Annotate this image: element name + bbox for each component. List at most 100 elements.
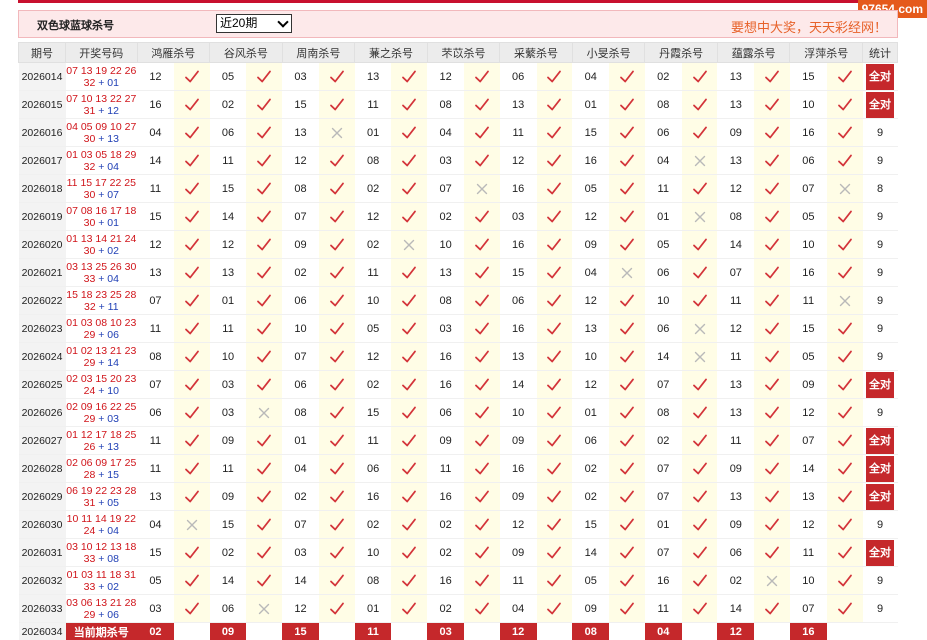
blue-ball: 06 [107, 328, 119, 341]
result-cell-correct [318, 510, 355, 539]
result-cell-correct [609, 482, 645, 511]
kill-number: 14 [789, 454, 827, 483]
check-icon [329, 462, 345, 474]
kill-number: 07 [789, 174, 827, 203]
result-cell-correct [826, 454, 863, 483]
kill-number: 05 [644, 230, 682, 259]
kill-number: 10 [427, 230, 465, 259]
kill-number: 02 [354, 230, 392, 259]
column-header: 期号 [17, 42, 67, 63]
red-balls: 06 19 22 23 28 [66, 484, 137, 497]
result-cell-correct [246, 230, 283, 259]
empty-cell [391, 622, 428, 640]
correct-count: 9 [876, 154, 884, 167]
kill-number: 14 [282, 566, 319, 595]
kill-number: 10 [354, 286, 392, 315]
kill-number: 01 [644, 202, 682, 231]
check-icon [474, 518, 490, 530]
blue-ball: 01 [107, 76, 119, 89]
kill-number: 02 [644, 426, 682, 455]
current-kill-number: 12 [499, 622, 537, 640]
kill-number: 06 [209, 594, 247, 623]
kill-number: 07 [644, 370, 682, 399]
kill-number: 14 [209, 566, 247, 595]
check-icon [184, 210, 200, 222]
result-cell-correct [318, 146, 355, 175]
kill-number: 06 [644, 314, 682, 343]
check-icon [619, 322, 635, 334]
issue-number: 2026020 [18, 230, 66, 259]
check-icon [401, 574, 417, 586]
check-icon [256, 434, 272, 446]
check-icon [546, 322, 562, 334]
kill-number: 02 [354, 370, 392, 399]
check-icon [764, 266, 780, 278]
kill-number: 12 [499, 146, 537, 175]
result-cell-correct [391, 398, 428, 427]
blue-ball: 11 [107, 300, 119, 313]
check-icon [546, 70, 562, 82]
result-cell-correct [826, 538, 863, 567]
check-icon [474, 406, 490, 418]
kill-number: 02 [282, 482, 319, 511]
draw-numbers: 02 09 16 22 25 29 + 03 [65, 398, 138, 427]
plus-sign: + [95, 468, 108, 481]
red-ball-last: 32 [84, 300, 96, 313]
result-cell-correct [464, 314, 500, 343]
kill-number: 12 [137, 230, 174, 259]
issue-number: 2026025 [18, 370, 66, 399]
check-icon [256, 210, 272, 222]
result-cell-correct [609, 538, 645, 567]
kill-number: 11 [717, 426, 755, 455]
cross-icon [256, 602, 272, 614]
result-cell-correct [681, 510, 718, 539]
check-icon [329, 294, 345, 306]
check-icon [619, 126, 635, 138]
blue-ball: 12 [107, 104, 119, 117]
kill-number: 08 [282, 398, 319, 427]
kill-number: 15 [209, 510, 247, 539]
column-header: 芣苡杀号 [426, 42, 501, 63]
current-kill-number: 12 [717, 622, 755, 640]
plus-sign: + [95, 188, 108, 201]
kill-number: 11 [137, 174, 174, 203]
check-icon [764, 322, 780, 334]
slogan-link[interactable]: 要想中大奖，天天彩经网！ [731, 17, 887, 36]
result-cell-correct [173, 62, 210, 91]
kill-number: 09 [427, 426, 465, 455]
result-cell-correct [246, 426, 283, 455]
result-cell-correct [826, 258, 863, 287]
stat-cell: 全对 [862, 482, 898, 511]
kill-number: 08 [282, 174, 319, 203]
kill-number: 06 [354, 454, 392, 483]
check-icon [764, 378, 780, 390]
draw-numbers: 06 19 22 23 28 31 + 05 [65, 482, 138, 511]
result-cell-correct [536, 398, 573, 427]
check-icon [764, 602, 780, 614]
check-icon [837, 70, 853, 82]
blue-ball: 04 [107, 524, 119, 537]
result-cell-correct [681, 230, 718, 259]
kill-number: 12 [427, 62, 465, 91]
kill-number: 03 [282, 538, 319, 567]
kill-number: 03 [427, 314, 465, 343]
result-cell-correct [391, 314, 428, 343]
result-cell-correct [173, 314, 210, 343]
kill-number: 06 [137, 398, 174, 427]
result-cell-correct [464, 482, 500, 511]
check-icon [329, 98, 345, 110]
red-ball-last: 33 [83, 272, 96, 285]
table-row: 2026033 03 06 13 21 28 29 + 06 03 06 12 01 02 04… [18, 594, 898, 623]
kill-number: 03 [209, 370, 247, 399]
check-icon [546, 602, 562, 614]
result-cell-correct [391, 342, 428, 371]
kill-number: 07 [644, 454, 682, 483]
red-ball-last: 30 [83, 216, 96, 229]
period-select[interactable]: 近20期 [216, 14, 292, 33]
kill-number: 08 [717, 202, 755, 231]
red-balls: 01 12 17 18 25 [66, 428, 137, 441]
result-cell-correct [681, 398, 718, 427]
check-icon [184, 182, 200, 194]
result-cell-correct [246, 314, 283, 343]
result-cell-correct [681, 118, 718, 147]
